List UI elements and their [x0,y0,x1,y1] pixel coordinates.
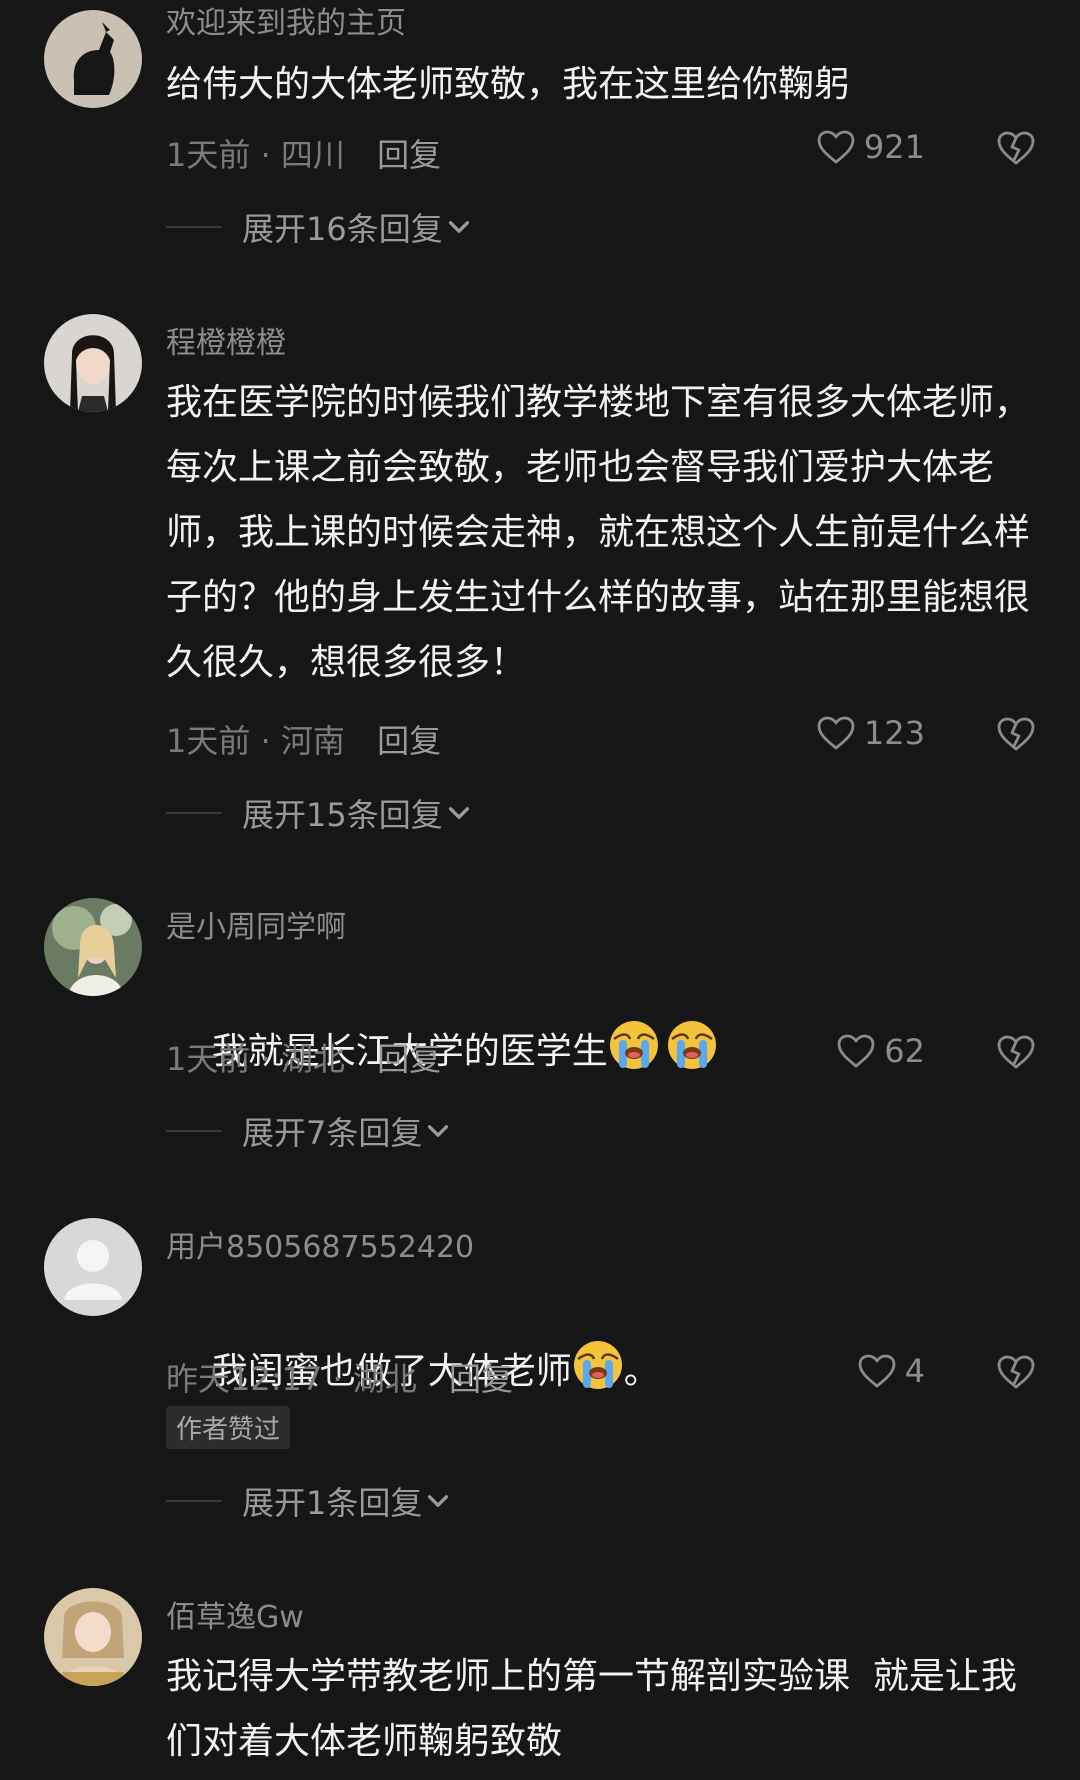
heart-icon [816,715,856,751]
reply-button[interactable]: 回复 [449,1360,513,1398]
chevron-down-icon [445,213,473,241]
username[interactable]: 是小周同学啊 [166,902,346,946]
comment-text: 我记得大学带教老师上的第一节解剖实验课 就是让我们对着大体老师鞠躬致敬 [166,1656,1017,1762]
author-liked-badge: 作者赞过 [166,1406,291,1449]
like-count: 4 [904,1352,925,1390]
dislike-button[interactable] [996,1354,1036,1394]
divider-line [166,812,222,814]
comment-location: 湖北 [280,1040,345,1078]
expand-replies-label: 展开15条回复 [242,796,443,834]
heart-icon [816,129,856,165]
dislike-button[interactable] [996,130,1036,170]
reply-button[interactable]: 回复 [377,722,441,760]
broken-heart-icon [996,1354,1036,1390]
chevron-down-icon [424,1487,452,1515]
like-count: 62 [884,1032,925,1070]
expand-replies-button[interactable]: 展开7条回复 [166,1108,452,1154]
comment-text: 我在医学院的时候我们教学楼地下室有很多大体老师，每次上课之前会致敬，老师也会督导… [166,382,1031,683]
comment-location: 河南 [280,722,345,760]
comment-text: 给伟大的大体老师致敬，我在这里给你鞠躬 [166,64,851,105]
expand-replies-button[interactable]: 展开1条回复 [166,1478,452,1524]
dislike-button[interactable] [996,1034,1036,1074]
like-count: 921 [863,128,925,166]
broken-heart-icon [996,716,1036,752]
comment-time: 昨天12:17 [166,1360,323,1398]
comment-meta: 1天前 · 四川 回复 [166,136,442,174]
chevron-down-icon [424,1117,452,1145]
avatar[interactable] [44,10,142,108]
chevron-down-icon [445,799,473,827]
expand-replies-button[interactable]: 展开15条回复 [166,790,473,836]
comment-meta: 1天前 · 湖北 回复 [166,1040,442,1078]
avatar[interactable] [44,898,142,996]
expand-replies-label: 展开16条回复 [242,210,443,248]
username[interactable]: 欢迎来到我的主页 [166,0,406,42]
heart-icon [857,1353,897,1389]
comment-location: 四川 [280,136,345,174]
like-button[interactable]: 62 [836,1032,925,1070]
expand-replies-button[interactable]: 展开16条回复 [166,204,473,250]
username[interactable]: 佰草逸Gw [166,1592,304,1636]
comment-location: 湖北 [352,1360,417,1398]
divider-line [166,1500,222,1502]
crying-emoji-icon [666,1019,718,1071]
broken-heart-icon [996,130,1036,166]
expand-replies-label: 展开1条回复 [242,1484,423,1522]
like-button[interactable]: 123 [816,714,925,752]
divider-line [166,226,222,228]
avatar[interactable] [44,314,142,412]
crying-emoji-icon [608,1019,660,1071]
comment-time: 1天前 [166,136,251,174]
avatar[interactable] [44,1588,142,1686]
expand-replies-label: 展开7条回复 [242,1114,423,1152]
crying-emoji-icon [572,1339,624,1391]
comment-time: 1天前 [166,1040,251,1078]
like-count: 123 [863,714,925,752]
reply-button[interactable]: 回复 [377,1040,441,1078]
like-button[interactable]: 4 [857,1352,925,1390]
comment-meta: 昨天12:17 · 湖北 回复 [166,1360,513,1398]
avatar[interactable] [44,1218,142,1316]
reply-button[interactable]: 回复 [377,136,441,174]
dislike-button[interactable] [996,716,1036,756]
broken-heart-icon [996,1034,1036,1070]
comment-time: 1天前 [166,722,251,760]
username[interactable]: 程橙橙橙 [166,318,286,362]
heart-icon [836,1033,876,1069]
username[interactable]: 用户8505687552420 [166,1222,474,1266]
like-button[interactable]: 921 [816,128,925,166]
divider-line [166,1130,222,1132]
comment-meta: 1天前 · 河南 回复 [166,722,442,760]
